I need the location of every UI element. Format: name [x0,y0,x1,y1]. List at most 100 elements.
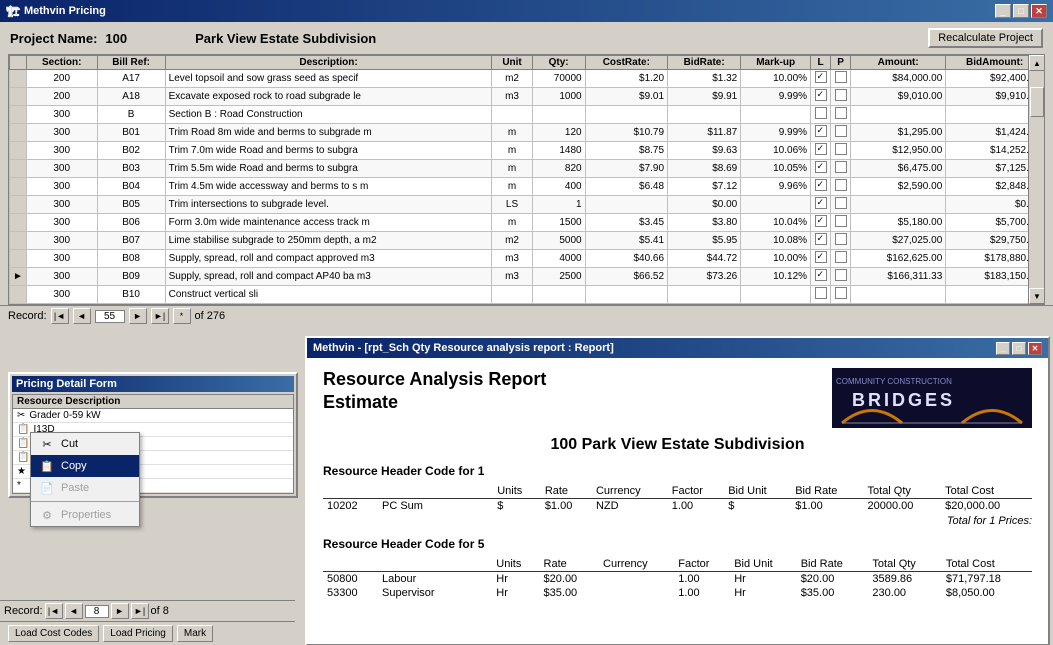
checkbox-l[interactable] [815,179,827,191]
row-amount[interactable]: $84,000.00 [851,70,946,88]
pricing-nav-next[interactable]: ► [111,603,129,619]
table-row[interactable]: 300B10Construct vertical sli [10,286,1044,304]
checkbox-p[interactable] [835,143,847,155]
row-l-check[interactable] [811,124,831,142]
row-l-check[interactable] [811,88,831,106]
row-p-check[interactable] [831,250,851,268]
row-description[interactable]: Excavate exposed rock to road subgrade l… [165,88,492,106]
row-unit[interactable] [492,286,532,304]
table-row[interactable]: 300B08Supply, spread, roll and compact a… [10,250,1044,268]
row-billref[interactable]: A17 [97,70,165,88]
row-section[interactable]: 300 [26,160,97,178]
recalculate-button[interactable]: Recalculate Project [928,28,1043,48]
row-billref[interactable]: B02 [97,142,165,160]
nav-last[interactable]: ►| [151,308,169,324]
row-markup[interactable]: 10.04% [741,214,811,232]
row-unit[interactable]: m3 [492,88,532,106]
table-row[interactable]: 200A17Level topsoil and sow grass seed a… [10,70,1044,88]
record-number-input[interactable] [95,310,125,323]
checkbox-p[interactable] [835,71,847,83]
row-p-check[interactable] [831,88,851,106]
row-amount[interactable]: $27,025.00 [851,232,946,250]
checkbox-l[interactable] [815,143,827,155]
row-description[interactable]: Trim 7.0m wide Road and berms to subgra [165,142,492,160]
checkbox-l[interactable] [815,215,827,227]
row-costrate[interactable]: $3.45 [585,214,667,232]
row-l-check[interactable] [811,286,831,304]
row-p-check[interactable] [831,268,851,286]
nav-next[interactable]: ► [129,308,147,324]
checkbox-p[interactable] [835,125,847,137]
row-markup[interactable] [741,106,811,124]
row-markup[interactable]: 10.00% [741,70,811,88]
checkbox-l[interactable] [815,89,827,101]
row-costrate[interactable]: $1.20 [585,70,667,88]
row-qty[interactable]: 1480 [532,142,585,160]
row-qty[interactable]: 70000 [532,70,585,88]
row-markup[interactable]: 9.96% [741,178,811,196]
row-p-check[interactable] [831,214,851,232]
row-bidrate[interactable]: $44.72 [668,250,741,268]
row-section[interactable]: 200 [26,88,97,106]
row-unit[interactable]: LS [492,196,532,214]
pricing-nav-prev[interactable]: ◄ [65,603,83,619]
table-row[interactable]: 300B06Form 3.0m wide maintenance access … [10,214,1044,232]
row-p-check[interactable] [831,286,851,304]
pricing-record-input[interactable] [85,605,109,618]
row-section[interactable]: 300 [26,250,97,268]
row-section[interactable]: 300 [26,106,97,124]
report-minimize[interactable]: _ [996,342,1010,355]
table-row[interactable]: 300BSection B : Road Construction [10,106,1044,124]
row-billref[interactable]: B03 [97,160,165,178]
row-costrate[interactable]: $8.75 [585,142,667,160]
minimize-button[interactable]: _ [995,4,1011,18]
row-p-check[interactable] [831,70,851,88]
row-billref[interactable]: B07 [97,232,165,250]
table-row[interactable]: 300B03Trim 5.5m wide Road and berms to s… [10,160,1044,178]
row-unit[interactable]: m3 [492,250,532,268]
row-l-check[interactable] [811,268,831,286]
pricing-nav-last[interactable]: ►| [131,603,149,619]
context-menu-cut[interactable]: ✂ Cut [31,433,139,455]
row-costrate[interactable]: $5.41 [585,232,667,250]
row-section[interactable]: 300 [26,178,97,196]
row-section[interactable]: 200 [26,70,97,88]
row-costrate[interactable] [585,286,667,304]
row-markup[interactable] [741,196,811,214]
table-row[interactable]: 300B07Lime stabilise subgrade to 250mm d… [10,232,1044,250]
table-row[interactable]: 300B01Trim Road 8m wide and berms to sub… [10,124,1044,142]
row-amount[interactable]: $2,590.00 [851,178,946,196]
row-qty[interactable]: 120 [532,124,585,142]
row-amount[interactable]: $166,311.33 [851,268,946,286]
row-description[interactable]: Section B : Road Construction [165,106,492,124]
row-p-check[interactable] [831,196,851,214]
row-costrate[interactable]: $7.90 [585,160,667,178]
checkbox-p[interactable] [835,215,847,227]
row-section[interactable]: 300 [26,286,97,304]
context-menu-paste[interactable]: 📄 Paste [31,477,139,499]
context-menu-copy[interactable]: 📋 Copy [31,455,139,477]
row-l-check[interactable] [811,160,831,178]
row-p-check[interactable] [831,142,851,160]
mark-button[interactable]: Mark [177,625,213,642]
pricing-nav-first[interactable]: |◄ [45,603,63,619]
scroll-down-arrow[interactable]: ▼ [1029,288,1045,304]
row-costrate[interactable] [585,196,667,214]
row-qty[interactable]: 820 [532,160,585,178]
row-billref[interactable]: B [97,106,165,124]
row-section[interactable]: 300 [26,142,97,160]
row-description[interactable]: Construct vertical sli [165,286,492,304]
row-costrate[interactable]: $40.66 [585,250,667,268]
row-p-check[interactable] [831,178,851,196]
checkbox-l[interactable] [815,107,827,119]
row-unit[interactable]: m2 [492,232,532,250]
row-qty[interactable] [532,286,585,304]
row-unit[interactable]: m3 [492,268,532,286]
row-unit[interactable]: m2 [492,70,532,88]
row-costrate[interactable]: $6.48 [585,178,667,196]
row-bidrate[interactable]: $7.12 [668,178,741,196]
checkbox-p[interactable] [835,287,847,299]
row-l-check[interactable] [811,232,831,250]
row-qty[interactable]: 400 [532,178,585,196]
row-bidrate[interactable]: $3.80 [668,214,741,232]
